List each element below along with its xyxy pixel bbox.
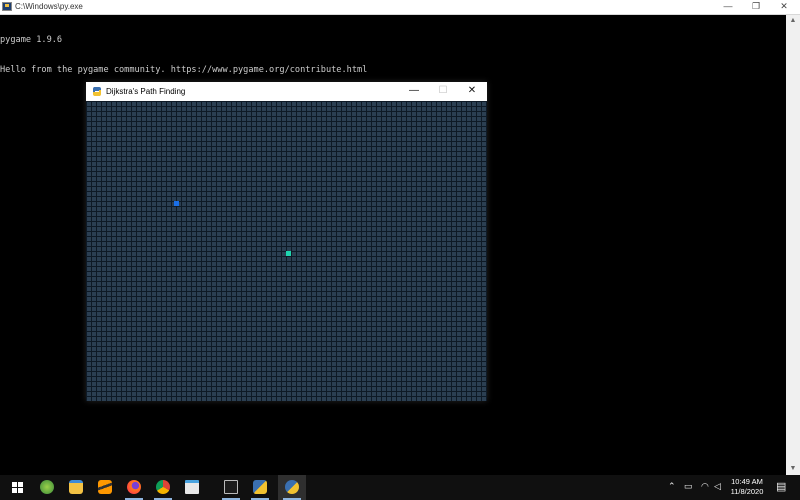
battery-icon[interactable]: ▭ (684, 481, 693, 492)
pathfinding-grid[interactable] (86, 101, 487, 401)
console-line: pygame 1.9.6 (0, 35, 63, 45)
taskbar-sublime[interactable] (91, 475, 119, 500)
pygame-maximize-button[interactable]: ☐ (429, 82, 457, 101)
pygame-close-button[interactable]: ✕ (458, 82, 486, 101)
console-close-button[interactable]: ✕ (770, 0, 798, 14)
taskbar-pygame[interactable] (278, 475, 306, 500)
taskbar-firefox[interactable] (120, 475, 148, 500)
start-node[interactable] (174, 201, 179, 206)
taskbar-pycharm[interactable] (33, 475, 61, 500)
end-node[interactable] (286, 251, 291, 256)
pygame-icon (285, 480, 299, 494)
taskbar-python-idle[interactable] (246, 475, 274, 500)
console-output: pygame 1.9.6 Hello from the pygame commu… (0, 15, 780, 85)
wifi-icon[interactable]: ◠ (701, 481, 709, 492)
taskbar-terminal[interactable] (217, 475, 245, 500)
scroll-up-icon[interactable]: ▲ (786, 15, 800, 27)
pygame-snake-icon (92, 87, 102, 96)
python-idle-icon (253, 480, 267, 494)
pygame-minimize-button[interactable]: — (400, 82, 428, 101)
file-explorer-icon (69, 480, 83, 494)
python-console-icon (2, 2, 12, 11)
taskbar-file-explorer[interactable] (62, 475, 90, 500)
windows-start-button[interactable] (4, 475, 32, 500)
speaker-icon[interactable]: ◁ (714, 481, 721, 492)
terminal-icon (224, 480, 238, 494)
taskbar-chrome[interactable] (149, 475, 177, 500)
pygame-window-title: Dijkstra's Path Finding (106, 87, 186, 96)
console-titlebar: C:\Windows\py.exe — ❐ ✕ (0, 0, 800, 15)
windows-start-icon (12, 482, 23, 493)
notification-center-icon[interactable]: ▤ (776, 480, 786, 493)
console-line: Hello from the pygame community. https:/… (0, 65, 368, 75)
taskbar: ⌃ ▭ ◠ ◁ 10:49 AM 11/8/2020 ▤ (0, 475, 800, 500)
notepad-icon (185, 480, 199, 494)
tray-chevron-up-icon[interactable]: ⌃ (668, 481, 676, 492)
sublime-text-icon (98, 480, 112, 494)
console-title: C:\Windows\py.exe (15, 2, 83, 11)
pycharm-icon (40, 480, 54, 494)
clock-date: 11/8/2020 (730, 487, 764, 496)
console-minimize-button[interactable]: — (714, 0, 742, 14)
console-scrollbar[interactable]: ▲ ▼ (786, 15, 800, 475)
taskbar-clock[interactable]: 10:49 AM 11/8/2020 (721, 477, 773, 497)
firefox-icon (127, 480, 141, 494)
clock-time: 10:49 AM (731, 477, 763, 486)
pygame-window[interactable]: Dijkstra's Path Finding — ☐ ✕ (86, 82, 487, 401)
scroll-down-icon[interactable]: ▼ (786, 463, 800, 475)
pygame-titlebar[interactable]: Dijkstra's Path Finding — ☐ ✕ (86, 82, 487, 101)
taskbar-notepad[interactable] (178, 475, 206, 500)
chrome-icon (156, 480, 170, 494)
console-restore-button[interactable]: ❐ (742, 0, 770, 14)
